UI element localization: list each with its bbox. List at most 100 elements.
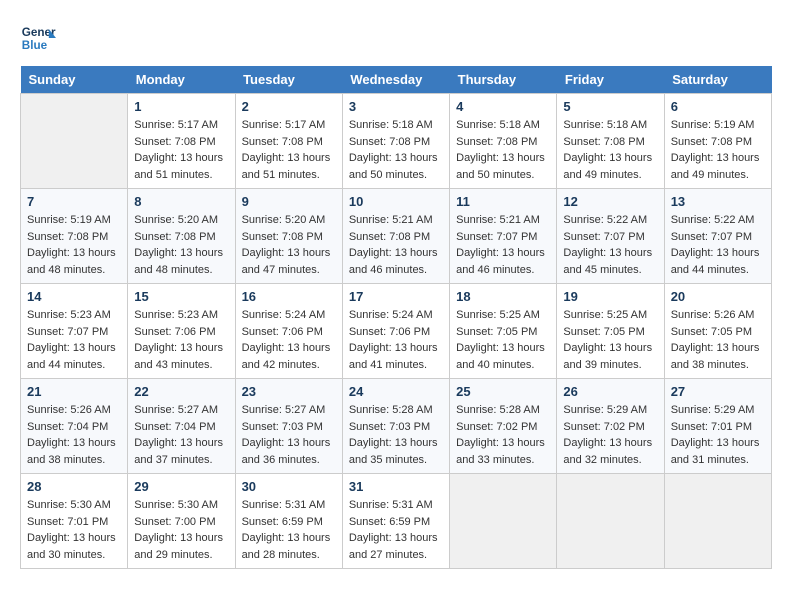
weekday-header-sunday: Sunday bbox=[21, 66, 128, 94]
svg-text:Blue: Blue bbox=[22, 39, 48, 52]
page-header: General Blue bbox=[20, 20, 772, 56]
day-info: Sunrise: 5:18 AM Sunset: 7:08 PM Dayligh… bbox=[456, 117, 550, 183]
day-info: Sunrise: 5:24 AM Sunset: 7:06 PM Dayligh… bbox=[242, 307, 336, 373]
calendar-cell: 28 Sunrise: 5:30 AM Sunset: 7:01 PM Dayl… bbox=[21, 474, 128, 569]
day-number: 13 bbox=[671, 194, 765, 209]
day-number: 19 bbox=[563, 289, 657, 304]
day-info: Sunrise: 5:27 AM Sunset: 7:04 PM Dayligh… bbox=[134, 402, 228, 468]
day-number: 15 bbox=[134, 289, 228, 304]
day-info: Sunrise: 5:20 AM Sunset: 7:08 PM Dayligh… bbox=[242, 212, 336, 278]
day-number: 30 bbox=[242, 479, 336, 494]
day-number: 28 bbox=[27, 479, 121, 494]
calendar-cell: 15 Sunrise: 5:23 AM Sunset: 7:06 PM Dayl… bbox=[128, 284, 235, 379]
day-info: Sunrise: 5:30 AM Sunset: 7:01 PM Dayligh… bbox=[27, 497, 121, 563]
calendar-cell: 29 Sunrise: 5:30 AM Sunset: 7:00 PM Dayl… bbox=[128, 474, 235, 569]
day-info: Sunrise: 5:21 AM Sunset: 7:07 PM Dayligh… bbox=[456, 212, 550, 278]
day-info: Sunrise: 5:25 AM Sunset: 7:05 PM Dayligh… bbox=[456, 307, 550, 373]
calendar-cell: 30 Sunrise: 5:31 AM Sunset: 6:59 PM Dayl… bbox=[235, 474, 342, 569]
calendar-cell: 8 Sunrise: 5:20 AM Sunset: 7:08 PM Dayli… bbox=[128, 189, 235, 284]
calendar-cell: 5 Sunrise: 5:18 AM Sunset: 7:08 PM Dayli… bbox=[557, 94, 664, 189]
day-info: Sunrise: 5:19 AM Sunset: 7:08 PM Dayligh… bbox=[27, 212, 121, 278]
calendar-cell: 31 Sunrise: 5:31 AM Sunset: 6:59 PM Dayl… bbox=[342, 474, 449, 569]
day-number: 31 bbox=[349, 479, 443, 494]
calendar-cell: 16 Sunrise: 5:24 AM Sunset: 7:06 PM Dayl… bbox=[235, 284, 342, 379]
calendar-cell: 7 Sunrise: 5:19 AM Sunset: 7:08 PM Dayli… bbox=[21, 189, 128, 284]
weekday-header-thursday: Thursday bbox=[450, 66, 557, 94]
calendar-cell: 19 Sunrise: 5:25 AM Sunset: 7:05 PM Dayl… bbox=[557, 284, 664, 379]
day-number: 3 bbox=[349, 99, 443, 114]
calendar-cell: 6 Sunrise: 5:19 AM Sunset: 7:08 PM Dayli… bbox=[664, 94, 771, 189]
day-number: 10 bbox=[349, 194, 443, 209]
calendar-cell bbox=[557, 474, 664, 569]
calendar-cell: 23 Sunrise: 5:27 AM Sunset: 7:03 PM Dayl… bbox=[235, 379, 342, 474]
day-number: 5 bbox=[563, 99, 657, 114]
calendar-table: SundayMondayTuesdayWednesdayThursdayFrid… bbox=[20, 66, 772, 569]
day-number: 26 bbox=[563, 384, 657, 399]
day-number: 9 bbox=[242, 194, 336, 209]
day-number: 22 bbox=[134, 384, 228, 399]
day-number: 23 bbox=[242, 384, 336, 399]
day-info: Sunrise: 5:22 AM Sunset: 7:07 PM Dayligh… bbox=[671, 212, 765, 278]
day-info: Sunrise: 5:17 AM Sunset: 7:08 PM Dayligh… bbox=[242, 117, 336, 183]
calendar-cell bbox=[450, 474, 557, 569]
day-info: Sunrise: 5:24 AM Sunset: 7:06 PM Dayligh… bbox=[349, 307, 443, 373]
day-info: Sunrise: 5:21 AM Sunset: 7:08 PM Dayligh… bbox=[349, 212, 443, 278]
calendar-cell: 11 Sunrise: 5:21 AM Sunset: 7:07 PM Dayl… bbox=[450, 189, 557, 284]
day-number: 17 bbox=[349, 289, 443, 304]
day-info: Sunrise: 5:18 AM Sunset: 7:08 PM Dayligh… bbox=[349, 117, 443, 183]
weekday-header-saturday: Saturday bbox=[664, 66, 771, 94]
day-info: Sunrise: 5:30 AM Sunset: 7:00 PM Dayligh… bbox=[134, 497, 228, 563]
day-number: 6 bbox=[671, 99, 765, 114]
day-info: Sunrise: 5:23 AM Sunset: 7:07 PM Dayligh… bbox=[27, 307, 121, 373]
calendar-cell bbox=[21, 94, 128, 189]
day-info: Sunrise: 5:28 AM Sunset: 7:02 PM Dayligh… bbox=[456, 402, 550, 468]
calendar-cell: 9 Sunrise: 5:20 AM Sunset: 7:08 PM Dayli… bbox=[235, 189, 342, 284]
day-number: 8 bbox=[134, 194, 228, 209]
calendar-cell: 21 Sunrise: 5:26 AM Sunset: 7:04 PM Dayl… bbox=[21, 379, 128, 474]
day-number: 16 bbox=[242, 289, 336, 304]
calendar-cell bbox=[664, 474, 771, 569]
weekday-header-friday: Friday bbox=[557, 66, 664, 94]
calendar-cell: 18 Sunrise: 5:25 AM Sunset: 7:05 PM Dayl… bbox=[450, 284, 557, 379]
day-number: 18 bbox=[456, 289, 550, 304]
calendar-cell: 3 Sunrise: 5:18 AM Sunset: 7:08 PM Dayli… bbox=[342, 94, 449, 189]
day-info: Sunrise: 5:26 AM Sunset: 7:05 PM Dayligh… bbox=[671, 307, 765, 373]
calendar-cell: 14 Sunrise: 5:23 AM Sunset: 7:07 PM Dayl… bbox=[21, 284, 128, 379]
day-info: Sunrise: 5:19 AM Sunset: 7:08 PM Dayligh… bbox=[671, 117, 765, 183]
logo-icon: General Blue bbox=[20, 20, 56, 56]
calendar-cell: 26 Sunrise: 5:29 AM Sunset: 7:02 PM Dayl… bbox=[557, 379, 664, 474]
day-info: Sunrise: 5:23 AM Sunset: 7:06 PM Dayligh… bbox=[134, 307, 228, 373]
calendar-cell: 25 Sunrise: 5:28 AM Sunset: 7:02 PM Dayl… bbox=[450, 379, 557, 474]
day-info: Sunrise: 5:27 AM Sunset: 7:03 PM Dayligh… bbox=[242, 402, 336, 468]
day-number: 20 bbox=[671, 289, 765, 304]
logo: General Blue bbox=[20, 20, 56, 56]
calendar-cell: 27 Sunrise: 5:29 AM Sunset: 7:01 PM Dayl… bbox=[664, 379, 771, 474]
day-info: Sunrise: 5:17 AM Sunset: 7:08 PM Dayligh… bbox=[134, 117, 228, 183]
calendar-cell: 13 Sunrise: 5:22 AM Sunset: 7:07 PM Dayl… bbox=[664, 189, 771, 284]
day-info: Sunrise: 5:31 AM Sunset: 6:59 PM Dayligh… bbox=[242, 497, 336, 563]
calendar-cell: 24 Sunrise: 5:28 AM Sunset: 7:03 PM Dayl… bbox=[342, 379, 449, 474]
day-number: 14 bbox=[27, 289, 121, 304]
day-number: 27 bbox=[671, 384, 765, 399]
day-number: 7 bbox=[27, 194, 121, 209]
day-info: Sunrise: 5:29 AM Sunset: 7:01 PM Dayligh… bbox=[671, 402, 765, 468]
calendar-cell: 12 Sunrise: 5:22 AM Sunset: 7:07 PM Dayl… bbox=[557, 189, 664, 284]
weekday-header-tuesday: Tuesday bbox=[235, 66, 342, 94]
day-number: 24 bbox=[349, 384, 443, 399]
day-info: Sunrise: 5:22 AM Sunset: 7:07 PM Dayligh… bbox=[563, 212, 657, 278]
day-info: Sunrise: 5:29 AM Sunset: 7:02 PM Dayligh… bbox=[563, 402, 657, 468]
day-number: 2 bbox=[242, 99, 336, 114]
calendar-cell: 17 Sunrise: 5:24 AM Sunset: 7:06 PM Dayl… bbox=[342, 284, 449, 379]
day-info: Sunrise: 5:25 AM Sunset: 7:05 PM Dayligh… bbox=[563, 307, 657, 373]
day-number: 29 bbox=[134, 479, 228, 494]
calendar-cell: 10 Sunrise: 5:21 AM Sunset: 7:08 PM Dayl… bbox=[342, 189, 449, 284]
calendar-cell: 20 Sunrise: 5:26 AM Sunset: 7:05 PM Dayl… bbox=[664, 284, 771, 379]
calendar-cell: 2 Sunrise: 5:17 AM Sunset: 7:08 PM Dayli… bbox=[235, 94, 342, 189]
day-info: Sunrise: 5:28 AM Sunset: 7:03 PM Dayligh… bbox=[349, 402, 443, 468]
day-info: Sunrise: 5:31 AM Sunset: 6:59 PM Dayligh… bbox=[349, 497, 443, 563]
day-number: 25 bbox=[456, 384, 550, 399]
day-number: 11 bbox=[456, 194, 550, 209]
day-info: Sunrise: 5:26 AM Sunset: 7:04 PM Dayligh… bbox=[27, 402, 121, 468]
weekday-header-wednesday: Wednesday bbox=[342, 66, 449, 94]
day-number: 21 bbox=[27, 384, 121, 399]
